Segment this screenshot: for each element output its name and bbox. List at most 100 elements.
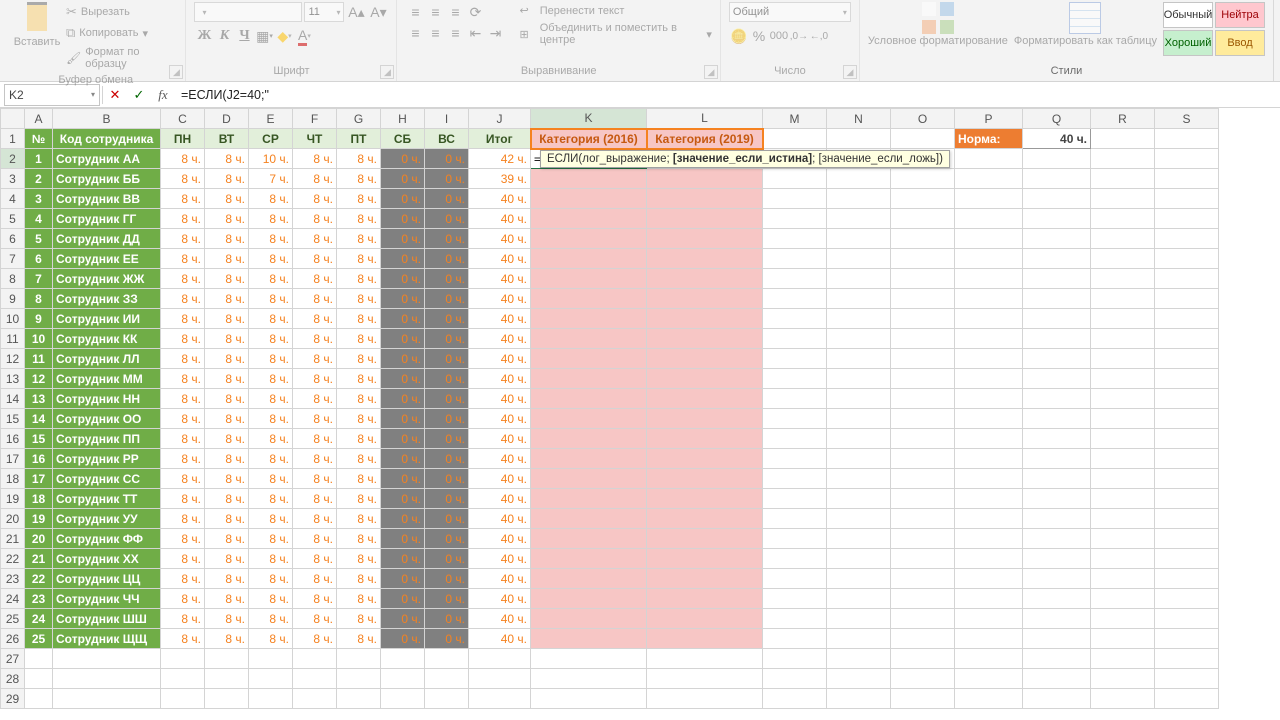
cell[interactable] [955, 249, 1023, 269]
cell-day[interactable]: 8 ч. [205, 449, 249, 469]
column-header[interactable]: C [161, 109, 205, 129]
cell-itog[interactable]: 40 ч. [469, 529, 531, 549]
row-header[interactable]: 23 [1, 569, 25, 589]
cell-day[interactable]: 0 ч. [425, 629, 469, 649]
cell[interactable] [891, 489, 955, 509]
decrease-indent-icon[interactable]: ⇤ [465, 23, 485, 43]
cell-day[interactable]: 0 ч. [425, 329, 469, 349]
cell-day[interactable]: 8 ч. [161, 149, 205, 169]
cell-emp[interactable]: Сотрудник ЖЖ [53, 269, 161, 289]
cell[interactable] [531, 649, 647, 669]
cell-cat-2016[interactable] [531, 249, 647, 269]
cell[interactable] [469, 669, 531, 689]
row-header[interactable]: 28 [1, 669, 25, 689]
cell[interactable] [827, 509, 891, 529]
cell-style-neutral[interactable]: Нейтра [1215, 2, 1265, 28]
cell-itog[interactable]: 40 ч. [469, 229, 531, 249]
cell[interactable] [827, 349, 891, 369]
cell-cat-2019[interactable] [647, 449, 763, 469]
cell[interactable] [647, 689, 763, 709]
cell-day[interactable]: 0 ч. [381, 329, 425, 349]
cell-day[interactable]: 8 ч. [249, 429, 293, 449]
cell-day[interactable]: 8 ч. [205, 429, 249, 449]
cell-day[interactable]: 8 ч. [249, 569, 293, 589]
cell[interactable] [1023, 429, 1091, 449]
cell-day[interactable]: 0 ч. [381, 389, 425, 409]
cell[interactable] [827, 129, 891, 149]
cell[interactable] [381, 669, 425, 689]
cell-day[interactable]: 8 ч. [249, 249, 293, 269]
cell-cat-2016[interactable] [531, 369, 647, 389]
cell-emp[interactable]: Сотрудник ВВ [53, 189, 161, 209]
cell-day[interactable]: 8 ч. [337, 209, 381, 229]
cell[interactable] [955, 329, 1023, 349]
header-day[interactable]: ВС [425, 129, 469, 149]
cell-day[interactable]: 8 ч. [249, 489, 293, 509]
cell[interactable] [25, 649, 53, 669]
cell-day[interactable]: 10 ч. [249, 149, 293, 169]
cell[interactable] [763, 669, 827, 689]
cell-cat-2016[interactable] [531, 169, 647, 189]
row-header[interactable]: 11 [1, 329, 25, 349]
cell[interactable] [955, 589, 1023, 609]
cell[interactable] [1023, 389, 1091, 409]
row-header[interactable]: 19 [1, 489, 25, 509]
cell-day[interactable]: 0 ч. [425, 209, 469, 229]
column-header[interactable]: J [469, 109, 531, 129]
cell-day[interactable]: 0 ч. [381, 509, 425, 529]
cell[interactable] [955, 349, 1023, 369]
cell[interactable] [1091, 509, 1155, 529]
cell[interactable] [1155, 429, 1219, 449]
cell[interactable] [763, 429, 827, 449]
cell[interactable] [1155, 289, 1219, 309]
cell[interactable] [1155, 609, 1219, 629]
cell-cat-2019[interactable] [647, 369, 763, 389]
cell[interactable] [763, 389, 827, 409]
cell[interactable] [1155, 229, 1219, 249]
cell-day[interactable]: 8 ч. [337, 289, 381, 309]
cell[interactable] [1155, 149, 1219, 169]
cell-day[interactable]: 8 ч. [205, 309, 249, 329]
cell[interactable] [955, 529, 1023, 549]
cell[interactable] [1023, 609, 1091, 629]
cell[interactable] [249, 649, 293, 669]
cell[interactable] [955, 509, 1023, 529]
cell-cat-2016[interactable] [531, 429, 647, 449]
cell-day[interactable]: 0 ч. [425, 509, 469, 529]
cell-day[interactable]: 8 ч. [293, 289, 337, 309]
cell-cat-2016[interactable] [531, 309, 647, 329]
cell[interactable] [1155, 329, 1219, 349]
cell[interactable] [891, 649, 955, 669]
cell-day[interactable]: 8 ч. [249, 469, 293, 489]
cell[interactable] [763, 309, 827, 329]
cell-day[interactable]: 8 ч. [249, 309, 293, 329]
cell-day[interactable]: 8 ч. [205, 249, 249, 269]
cell-cat-2019[interactable] [647, 289, 763, 309]
cell-day[interactable]: 8 ч. [205, 529, 249, 549]
cell[interactable] [763, 229, 827, 249]
cell-day[interactable]: 8 ч. [293, 209, 337, 229]
cell-day[interactable]: 8 ч. [293, 369, 337, 389]
cell-day[interactable]: 0 ч. [381, 369, 425, 389]
cell-cat-2016[interactable] [531, 269, 647, 289]
cell-day[interactable]: 0 ч. [425, 289, 469, 309]
cell[interactable] [1091, 609, 1155, 629]
cell-num[interactable]: 23 [25, 589, 53, 609]
cell[interactable] [1091, 149, 1155, 169]
row-header[interactable]: 25 [1, 609, 25, 629]
cell-day[interactable]: 8 ч. [293, 349, 337, 369]
cell-itog[interactable]: 40 ч. [469, 349, 531, 369]
row-header[interactable]: 29 [1, 689, 25, 709]
cell-num[interactable]: 15 [25, 429, 53, 449]
cell-emp[interactable]: Сотрудник ММ [53, 369, 161, 389]
cell[interactable] [1155, 209, 1219, 229]
cell-day[interactable]: 8 ч. [293, 469, 337, 489]
cell-day[interactable]: 8 ч. [249, 549, 293, 569]
column-header[interactable]: O [891, 109, 955, 129]
cell-day[interactable]: 8 ч. [293, 509, 337, 529]
cell-day[interactable]: 8 ч. [249, 189, 293, 209]
cell-day[interactable]: 0 ч. [381, 349, 425, 369]
cell-num[interactable]: 17 [25, 469, 53, 489]
cell[interactable] [827, 369, 891, 389]
cell[interactable] [1155, 589, 1219, 609]
